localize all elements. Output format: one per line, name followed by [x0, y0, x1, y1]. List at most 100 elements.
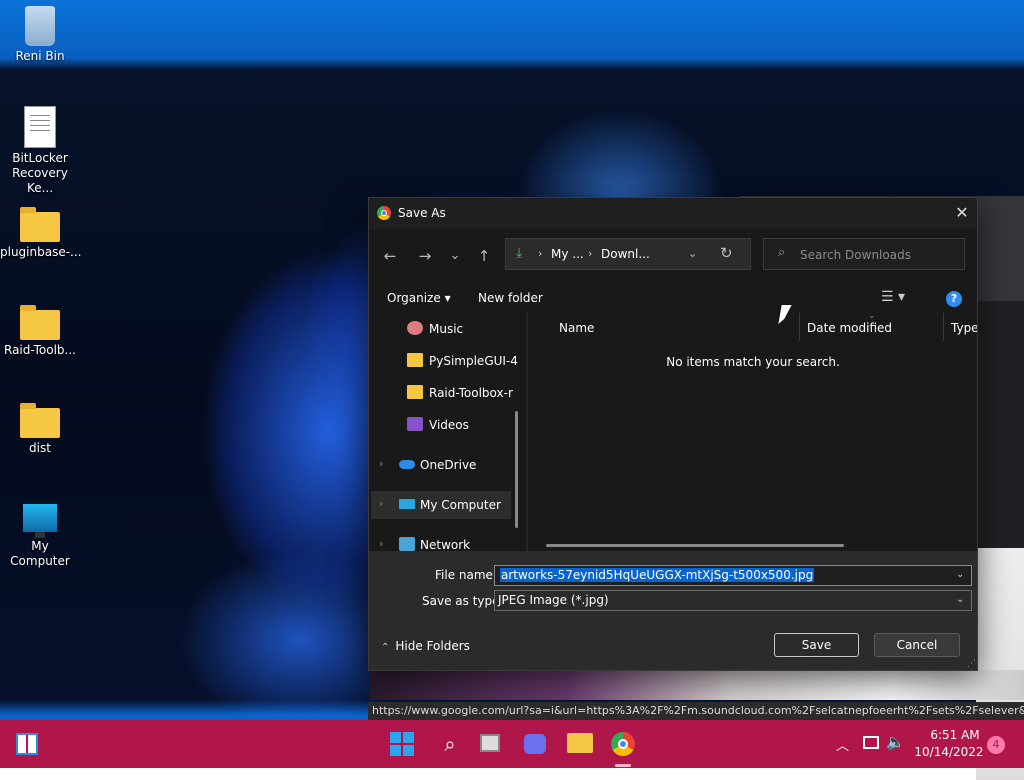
save-as-type-label: Save as type:	[422, 594, 504, 608]
desktop-icon-bitlocker[interactable]: BitLocker Recovery Ke...	[0, 106, 80, 196]
hide-folders-label: Hide Folders	[395, 639, 470, 653]
address-bar[interactable]: ⤓ › My ... › Downl... ⌄ ↻	[505, 238, 751, 270]
chevron-down-icon[interactable]: ⌄	[956, 594, 964, 605]
chevron-up-icon: ⌃	[381, 642, 390, 653]
desktop-icon-label: dist	[29, 441, 51, 455]
chat-icon[interactable]	[524, 734, 546, 754]
chevron-down-icon[interactable]: ⌄	[956, 569, 964, 580]
document-icon	[24, 106, 56, 148]
desktop-icon-pluginbase[interactable]: pluginbase-...	[0, 206, 82, 260]
desktop-icon-dist[interactable]: dist	[0, 402, 80, 456]
back-arrow-icon[interactable]: ←	[378, 244, 402, 268]
nav-item-label: Videos	[429, 418, 469, 432]
column-separator[interactable]	[799, 313, 800, 341]
command-bar: Organize ▾ New folder ☰ ▾ ?	[369, 283, 977, 313]
search-input[interactable]	[798, 245, 962, 265]
organize-button[interactable]: Organize ▾	[387, 291, 451, 305]
folder-icon	[407, 353, 423, 367]
breadcrumb-downloads[interactable]: Downl...	[601, 247, 650, 261]
forward-arrow-icon[interactable]: →	[413, 244, 437, 268]
breadcrumb-chevron-icon[interactable]: ›	[588, 247, 592, 260]
close-icon[interactable]: ✕	[951, 203, 973, 223]
nav-item-onedrive[interactable]: › OneDrive	[371, 451, 511, 479]
clock-time[interactable]: 6:51 AM	[930, 728, 980, 742]
refresh-icon[interactable]: ↻	[720, 244, 733, 262]
resize-grip-icon[interactable]: ⋰	[967, 659, 976, 669]
nav-item-videos[interactable]: Videos	[371, 411, 511, 439]
breadcrumb-my-computer[interactable]: My ...	[551, 247, 584, 261]
nav-item-music[interactable]: Music	[371, 315, 511, 343]
column-header-type[interactable]: Type	[951, 321, 977, 335]
breadcrumb-chevron-icon[interactable]: ›	[538, 247, 542, 260]
dialog-title: Save As	[398, 206, 446, 220]
active-app-indicator	[615, 764, 631, 767]
empty-message: No items match your search.	[666, 355, 840, 369]
computer-icon	[23, 504, 57, 538]
nav-item-label: OneDrive	[420, 458, 477, 472]
browser-status-url: https://www.google.com/url?sa=i&url=http…	[368, 702, 1024, 720]
horizontal-scrollbar[interactable]	[546, 544, 844, 547]
nav-item-pysimplegui[interactable]: PySimpleGUI-4	[371, 347, 518, 375]
network-icon	[399, 537, 415, 551]
chrome-icon[interactable]	[611, 732, 635, 756]
file-name-field[interactable]: artworks-57eynid5HqUeUGGX-mtXjSg-t500x50…	[494, 565, 972, 586]
network-status-icon[interactable]	[863, 736, 879, 749]
recent-locations-chevron-icon[interactable]: ⌄	[443, 244, 467, 268]
desktop-icon-label: BitLocker Recovery Ke...	[12, 151, 68, 195]
computer-icon	[399, 499, 415, 509]
save-as-type-value: JPEG Image (*.jpg)	[498, 593, 609, 607]
chrome-icon	[377, 206, 391, 220]
nav-item-label: My Computer	[420, 498, 501, 512]
new-folder-button[interactable]: New folder	[478, 291, 543, 305]
view-options-icon[interactable]: ☰ ▾	[881, 289, 905, 305]
search-icon: ⌕	[778, 245, 786, 260]
file-explorer-icon[interactable]	[567, 733, 593, 753]
search-box[interactable]: ⌕	[763, 238, 965, 270]
desktop-icon-raid-toolbox[interactable]: Raid-Toolb...	[0, 304, 80, 358]
nav-item-label: PySimpleGUI-4	[429, 354, 518, 368]
column-separator[interactable]	[943, 313, 944, 341]
save-as-dialog: Save As ✕ ← → ⌄ ↑ ⤓ › My ... › Downl... …	[368, 197, 978, 671]
nav-pane-scrollbar[interactable]	[515, 411, 518, 528]
desktop-icon-recycle-bin[interactable]: Reni Bin	[0, 6, 80, 64]
navigation-bar: ← → ⌄ ↑ ⤓ › My ... › Downl... ⌄ ↻ ⌕	[369, 229, 977, 283]
start-icon[interactable]	[390, 732, 414, 756]
nav-item-my-computer[interactable]: › My Computer	[371, 491, 511, 519]
clock-date[interactable]: 10/14/2022	[914, 745, 984, 759]
nav-item-network[interactable]: › Network	[371, 531, 511, 551]
address-dropdown-icon[interactable]: ⌄	[688, 247, 697, 260]
search-icon[interactable]: ⌕	[436, 730, 464, 758]
dialog-titlebar[interactable]: Save As ✕	[369, 198, 977, 229]
help-icon[interactable]: ?	[946, 291, 962, 307]
desktop-icon-my-computer[interactable]: My Computer	[0, 500, 80, 569]
task-view-icon[interactable]	[480, 734, 500, 752]
show-hidden-icons-chevron-icon[interactable]: ︿	[836, 735, 849, 754]
save-as-type-select[interactable]: JPEG Image (*.jpg) ⌄	[494, 590, 972, 611]
widgets-icon[interactable]	[16, 733, 38, 755]
desktop-icon-label: Reni Bin	[15, 49, 65, 63]
nav-item-label: Music	[429, 322, 464, 336]
notification-badge[interactable]: 4	[987, 736, 1005, 754]
column-header-name[interactable]: Name	[559, 321, 594, 335]
folder-icon	[20, 305, 60, 340]
sort-chevron-icon: ⌄	[868, 313, 876, 321]
column-header-date-modified[interactable]: Date modified	[807, 321, 892, 335]
up-arrow-icon[interactable]: ↑	[472, 244, 496, 268]
downloads-icon: ⤓	[516, 245, 523, 261]
desktop-icon-label: pluginbase-...	[0, 245, 82, 259]
nav-item-raid-toolbox[interactable]: Raid-Toolbox-r	[371, 379, 513, 407]
expand-chevron-icon[interactable]: ›	[379, 457, 383, 470]
folder-icon	[407, 385, 423, 399]
desktop-icon-label: My Computer	[10, 539, 70, 568]
hide-folders-toggle[interactable]: ⌃ Hide Folders	[381, 639, 470, 653]
file-name-value[interactable]: artworks-57eynid5HqUeUGGX-mtXjSg-t500x50…	[500, 568, 815, 582]
onedrive-icon	[399, 460, 415, 469]
save-button[interactable]: Save	[774, 633, 859, 657]
cancel-button[interactable]: Cancel	[874, 633, 960, 657]
expand-chevron-icon[interactable]: ›	[379, 537, 383, 550]
recycle-bin-icon	[25, 6, 55, 46]
image-results-strip[interactable]	[370, 670, 1024, 700]
expand-chevron-icon[interactable]: ›	[379, 497, 383, 510]
volume-icon[interactable]: 🔈	[886, 733, 905, 751]
music-icon	[407, 321, 423, 335]
